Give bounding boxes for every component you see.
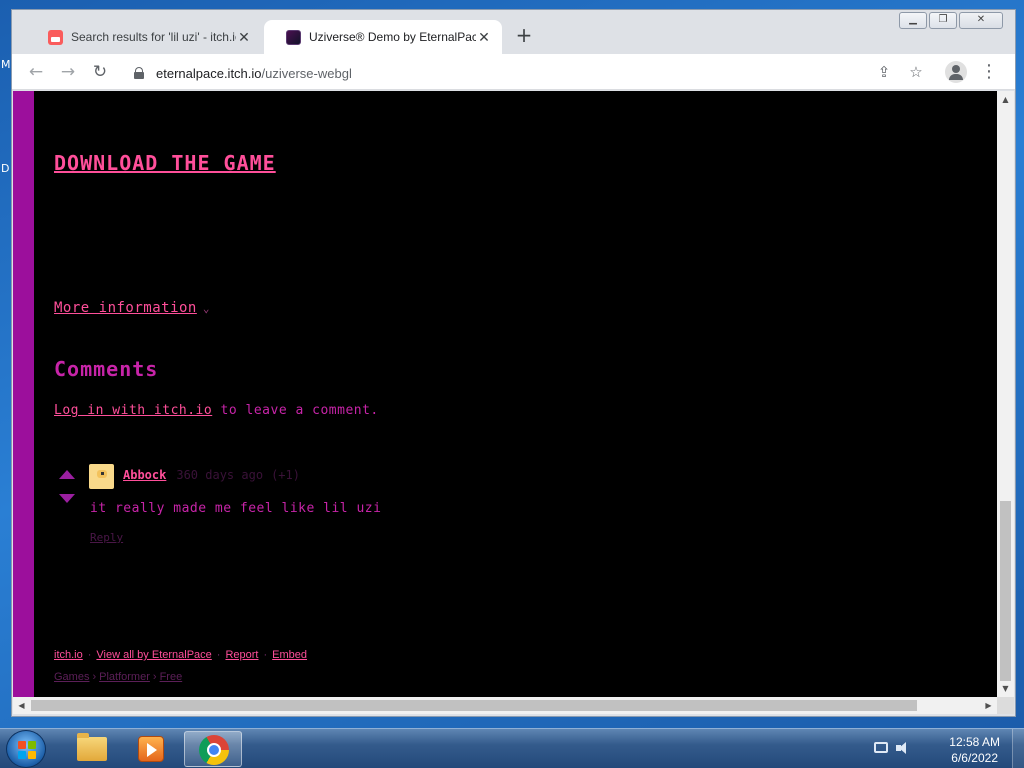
vertical-scroll-thumb[interactable] [1000, 501, 1011, 681]
login-prompt-text: to leave a comment. [212, 403, 379, 418]
footer-separator: · [216, 649, 221, 661]
lock-icon[interactable] [134, 67, 144, 79]
folder-icon [77, 733, 107, 761]
page-content: DOWNLOAD THE GAME More information ⌄ Comm… [13, 91, 997, 697]
address-bar[interactable]: eternalpace.itch.io/uziverse-webgl [124, 59, 864, 87]
more-information-label: More information [54, 300, 197, 316]
url-path: /uziverse-webgl [261, 65, 352, 81]
scrollbar-corner [997, 697, 1014, 714]
scroll-down-icon[interactable]: ▼ [997, 680, 1014, 697]
horizontal-scrollbar[interactable]: ◀ ▶ [13, 697, 997, 714]
start-button[interactable] [6, 730, 46, 768]
breadcrumb-separator: › [92, 671, 97, 683]
itchio-favicon-icon [48, 29, 63, 45]
volume-icon[interactable] [896, 742, 912, 756]
chrome-icon [199, 735, 229, 765]
download-game-link[interactable]: DOWNLOAD THE GAME [54, 151, 276, 175]
login-prompt: Log in with itch.io to leave a comment. [54, 403, 379, 418]
scroll-up-icon[interactable]: ▲ [997, 91, 1014, 108]
clock[interactable]: 12:58 AM 6/6/2022 [949, 734, 1000, 766]
new-tab-button[interactable]: + [512, 24, 536, 48]
breadcrumb-platformer[interactable]: Platformer [99, 671, 150, 683]
taskbar-chrome[interactable] [184, 731, 242, 767]
footer-links: itch.io · View all by EternalPace · Report · E… [54, 649, 307, 661]
comment-body: it really made me feel like lil uzi [90, 501, 382, 516]
scroll-left-icon[interactable]: ◀ [13, 697, 30, 714]
network-icon[interactable] [874, 742, 888, 753]
vertical-scrollbar[interactable]: ▲ ▼ [997, 91, 1014, 697]
footer-link-itchio[interactable]: itch.io [54, 649, 83, 661]
downvote-arrow-icon[interactable] [59, 494, 75, 503]
close-window-button[interactable]: ✕ [959, 12, 1003, 29]
media-player-icon [138, 736, 164, 762]
show-desktop-button[interactable] [1012, 729, 1024, 768]
tab-uziverse-demo[interactable]: Uziverse® Demo by EternalPace ✕ [264, 20, 502, 54]
desktop-icon-label[interactable]: D [1, 162, 9, 175]
breadcrumb-separator: › [152, 671, 157, 683]
clock-time: 12:58 AM [949, 735, 1000, 749]
clock-date: 6/6/2022 [951, 751, 998, 765]
taskbar-media-player[interactable] [122, 731, 180, 767]
breadcrumb: Games › Platformer › Free [54, 671, 182, 683]
comment-author-link[interactable]: Abbock [123, 468, 166, 482]
close-tab-icon[interactable]: ✕ [476, 29, 492, 46]
login-link[interactable]: Log in with itch.io [54, 403, 212, 418]
reply-link[interactable]: Reply [90, 531, 123, 544]
tab-title: Search results for 'lil uzi' - itch.io [71, 30, 236, 44]
share-icon[interactable]: ⇪ [872, 60, 896, 84]
url-host: eternalpace.itch.io [156, 65, 262, 81]
footer-link-embed[interactable]: Embed [272, 649, 307, 661]
uziverse-favicon-icon [286, 29, 301, 45]
taskbar: 12:58 AM 6/6/2022 [0, 728, 1024, 768]
bookmark-star-icon[interactable]: ☆ [904, 60, 928, 84]
desktop-icon-label[interactable]: M [1, 58, 11, 71]
close-tab-icon[interactable]: ✕ [236, 29, 252, 46]
more-information-toggle[interactable]: More information ⌄ [54, 300, 210, 316]
avatar[interactable] [89, 464, 114, 489]
system-tray: 12:58 AM 6/6/2022 [874, 729, 1024, 768]
breadcrumb-games[interactable]: Games [54, 671, 89, 683]
profile-avatar-icon[interactable] [945, 61, 967, 83]
footer-separator: · [87, 649, 92, 661]
tab-title: Uziverse® Demo by EternalPace [309, 30, 476, 44]
browser-window: Search results for 'lil uzi' - itch.io ✕… [11, 9, 1016, 717]
reload-button[interactable]: ↻ [88, 60, 112, 84]
minimize-button[interactable]: ▁ [899, 12, 927, 29]
footer-separator: · [263, 649, 268, 661]
taskbar-explorer[interactable] [62, 731, 120, 767]
browser-toolbar: ← → ↻ eternalpace.itch.io/uziverse-webgl… [12, 54, 1015, 90]
comment-timestamp[interactable]: 360 days ago [176, 468, 263, 482]
tab-search-results[interactable]: Search results for 'lil uzi' - itch.io ✕ [26, 20, 262, 54]
breadcrumb-free[interactable]: Free [160, 671, 183, 683]
footer-link-report[interactable]: Report [225, 649, 258, 661]
back-button[interactable]: ← [24, 60, 48, 84]
comments-heading: Comments [54, 357, 159, 381]
comment-vote-count: (+1) [271, 468, 300, 482]
maximize-button[interactable]: ❐ [929, 12, 957, 29]
scroll-right-icon[interactable]: ▶ [980, 697, 997, 714]
horizontal-scroll-thumb[interactable] [31, 700, 917, 711]
window-controls: ▁ ❐ ✕ [899, 12, 1003, 29]
upvote-arrow-icon[interactable] [59, 470, 75, 479]
page-side-border [13, 91, 34, 697]
chrome-menu-icon[interactable]: ⋮ [977, 60, 1001, 84]
chevron-down-icon: ⌄ [202, 302, 210, 315]
tab-strip: Search results for 'lil uzi' - itch.io ✕… [12, 10, 1015, 54]
footer-link-view-all[interactable]: View all by EternalPace [96, 649, 211, 661]
forward-button[interactable]: → [56, 60, 80, 84]
comment-header: Abbock 360 days ago (+1) [123, 468, 300, 482]
